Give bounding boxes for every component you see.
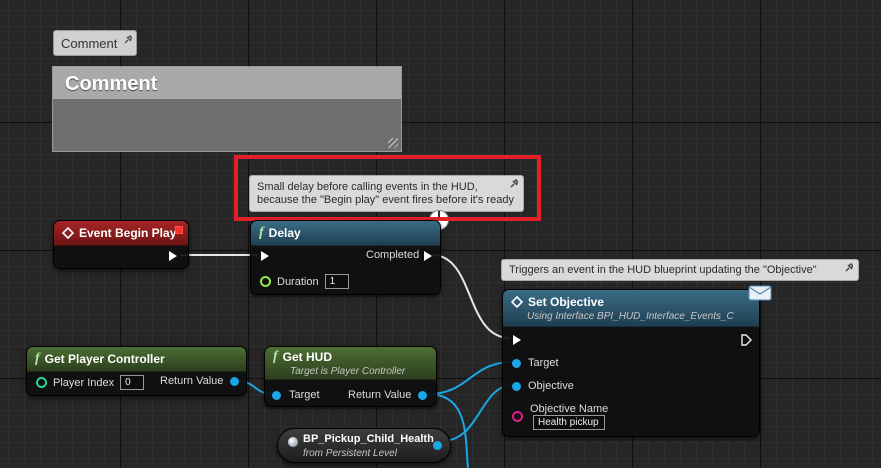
event-begin-play-header[interactable]: Event Begin Play [54, 221, 188, 246]
int-pin-icon[interactable] [36, 377, 47, 388]
duration-input[interactable]: 1 [324, 274, 349, 289]
event-diamond-icon [62, 227, 74, 239]
exec-out-pin[interactable] [741, 334, 752, 346]
exec-wire-delay-to-set-objective [431, 254, 511, 339]
exec-in-pin[interactable] [261, 251, 269, 261]
get-hud-target-row: Target [272, 389, 320, 401]
get-hud-node[interactable]: f Get HUD Target is Player Controller Ta… [264, 346, 437, 407]
objective-comment-bubble[interactable]: Triggers an event in the HUD blueprint u… [501, 259, 859, 296]
player-index-label: Player Index [53, 376, 115, 389]
set-objective-node[interactable]: Set Objective Using Interface BPI_HUD_In… [502, 289, 760, 437]
get-player-controller-node[interactable]: f Get Player Controller Player Index 0 R… [26, 346, 247, 396]
exec-out-pin[interactable] [424, 251, 432, 261]
objective-label: Objective [528, 380, 574, 392]
objective-name-input[interactable]: Health pickup [533, 415, 605, 430]
pickup-subtitle: from Persistent Level [303, 448, 397, 459]
get-hud-header[interactable]: f Get HUD Target is Player Controller [265, 347, 436, 380]
target-label: Target [528, 357, 559, 369]
pin-icon[interactable] [844, 263, 853, 272]
object-pin-icon[interactable] [230, 376, 240, 386]
set-objective-header[interactable]: Set Objective Using Interface BPI_HUD_In… [503, 290, 759, 327]
player-index-input[interactable]: 0 [120, 375, 145, 390]
pin-icon[interactable] [123, 35, 132, 44]
comment-tab[interactable]: Comment [53, 30, 137, 56]
pickup-reference-node[interactable]: BP_Pickup_Child_Health from Persistent L… [277, 428, 451, 463]
objective-name-label: Objective Name [530, 403, 609, 415]
get-player-controller-title: Get Player Controller [44, 352, 165, 366]
exec-out-pin[interactable] [169, 251, 177, 261]
comment-box[interactable]: Comment [52, 66, 402, 152]
completed-row: Completed [366, 249, 419, 261]
function-icon: f [259, 225, 264, 240]
exec-in-pin[interactable] [513, 335, 521, 345]
pickup-title: BP_Pickup_Child_Health [303, 433, 434, 445]
exec-out-hollow-icon [741, 334, 752, 346]
object-pin-icon[interactable] [272, 390, 281, 400]
string-pin-icon[interactable] [512, 411, 523, 422]
objective-row: Objective [512, 380, 574, 392]
get-player-controller-header[interactable]: f Get Player Controller [27, 347, 246, 372]
highlight-annotation [234, 155, 541, 221]
comment-box-title[interactable]: Comment [53, 67, 401, 99]
object-pin-icon[interactable] [512, 358, 521, 368]
target-row: Target [512, 357, 559, 369]
breakpoint-square-icon[interactable] [175, 226, 183, 234]
function-icon: f [35, 351, 40, 366]
get-hud-subtitle: Target is Player Controller [290, 366, 406, 377]
resize-grip-icon[interactable] [388, 138, 398, 148]
delay-header[interactable]: f Delay [251, 221, 440, 246]
event-begin-play-title: Event Begin Play [79, 226, 177, 240]
player-index-row: Player Index 0 [36, 375, 145, 390]
get-hud-return-row: Return Value [348, 389, 428, 401]
get-hud-target-label: Target [289, 389, 320, 401]
set-objective-subtitle: Using Interface BPI_HUD_Interface_Events… [527, 310, 734, 322]
message-envelope-icon [748, 285, 772, 301]
float-pin-icon[interactable] [260, 276, 271, 287]
duration-row: Duration 1 [260, 274, 349, 289]
event-begin-play-node[interactable]: Event Begin Play [53, 220, 189, 269]
actor-reference-icon [288, 437, 298, 447]
set-objective-title: Set Objective [528, 294, 605, 309]
comment-tab-label: Comment [61, 36, 118, 51]
delay-title: Delay [268, 226, 301, 240]
duration-label: Duration [277, 275, 319, 288]
interface-diamond-icon [511, 295, 523, 308]
get-hud-title: Get HUD [282, 350, 333, 364]
object-pin-icon[interactable] [512, 381, 521, 391]
completed-label: Completed [366, 249, 420, 261]
function-icon: f [273, 349, 278, 364]
pc-return-label: Return Value [160, 375, 224, 387]
pc-return-row: Return Value [160, 375, 240, 387]
object-pin-icon[interactable] [433, 441, 442, 450]
object-pin-icon[interactable] [418, 390, 428, 400]
get-hud-return-label: Return Value [348, 389, 412, 401]
delay-node[interactable]: f Delay Completed Duration 1 [250, 220, 441, 295]
